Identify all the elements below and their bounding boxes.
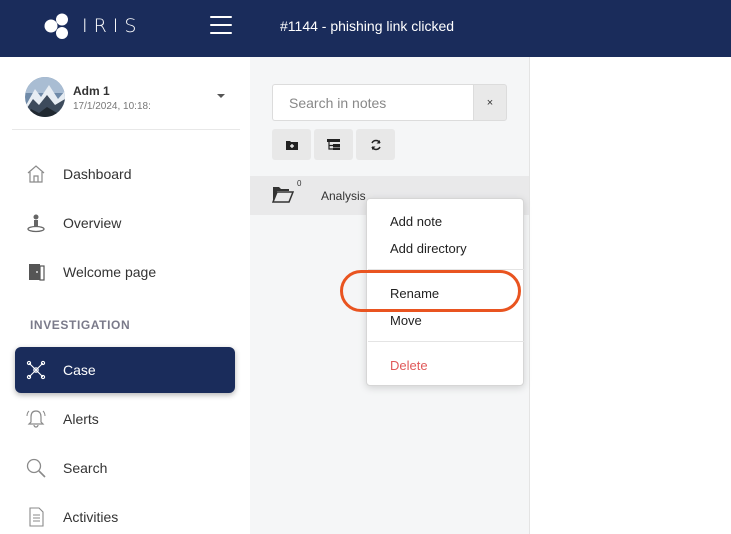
nav-label: Alerts bbox=[63, 411, 99, 427]
section-title-investigation: INVESTIGATION bbox=[30, 318, 131, 332]
nav-label: Overview bbox=[63, 215, 122, 231]
nav-label: Case bbox=[63, 362, 96, 378]
tree-icon bbox=[327, 139, 340, 150]
user-profile[interactable]: Adm 1 17/1/2024, 10:18: bbox=[25, 77, 240, 131]
menu-toggle-button[interactable] bbox=[210, 16, 232, 34]
menu-divider bbox=[368, 341, 524, 342]
user-login-date: 17/1/2024, 10:18: bbox=[73, 101, 151, 112]
divider bbox=[12, 129, 240, 130]
door-icon bbox=[25, 261, 47, 283]
note-count-badge: 0 bbox=[297, 179, 302, 188]
logo-hex-icon bbox=[44, 13, 68, 39]
case-title: #1144 - phishing link clicked bbox=[280, 18, 455, 34]
menu-item-add-directory[interactable]: Add directory bbox=[390, 241, 467, 256]
network-icon bbox=[25, 359, 47, 381]
folder-open-icon bbox=[272, 187, 294, 203]
person-icon bbox=[25, 212, 47, 234]
bell-icon bbox=[25, 408, 47, 430]
clear-search-button[interactable]: × bbox=[473, 84, 507, 121]
logo-text: IRIS bbox=[82, 15, 143, 37]
avatar bbox=[25, 77, 65, 117]
add-directory-button[interactable] bbox=[272, 129, 311, 160]
context-menu: Add note Add directory Rename Move Delet… bbox=[366, 198, 524, 386]
notes-search-input[interactable] bbox=[272, 84, 473, 121]
menu-divider bbox=[368, 269, 524, 270]
nav-label: Dashboard bbox=[63, 166, 132, 182]
refresh-icon bbox=[370, 139, 381, 150]
nav-item-welcome-page[interactable]: Welcome page bbox=[15, 249, 235, 295]
nav-item-overview[interactable]: Overview bbox=[15, 200, 235, 246]
menu-item-delete[interactable]: Delete bbox=[390, 358, 428, 373]
nav-label: Search bbox=[63, 460, 108, 476]
iris-logo[interactable]: IRIS bbox=[42, 12, 142, 40]
nav-item-activities[interactable]: Activities bbox=[15, 494, 235, 534]
menu-item-move[interactable]: Move bbox=[390, 313, 422, 328]
menu-item-add-note[interactable]: Add note bbox=[390, 214, 442, 229]
menu-item-rename[interactable]: Rename bbox=[390, 286, 439, 301]
refresh-button[interactable] bbox=[356, 129, 395, 160]
sidebar: Adm 1 17/1/2024, 10:18: Dashboard Overvi… bbox=[0, 57, 250, 534]
nav-item-dashboard[interactable]: Dashboard bbox=[15, 151, 235, 197]
tree-view-button[interactable] bbox=[314, 129, 353, 160]
notes-search: × bbox=[272, 84, 507, 121]
nav-label: Welcome page bbox=[63, 264, 157, 280]
list-icon bbox=[25, 506, 47, 528]
add-directory-icon bbox=[285, 140, 298, 150]
caret-down-icon[interactable] bbox=[217, 94, 225, 98]
nav-item-alerts[interactable]: Alerts bbox=[15, 396, 235, 442]
home-icon bbox=[25, 163, 47, 185]
directory-name: Analysis bbox=[321, 189, 366, 203]
top-bar: IRIS #1144 - phishing link clicked bbox=[0, 0, 731, 57]
nav-label: Activities bbox=[63, 509, 119, 525]
nav-item-search[interactable]: Search bbox=[15, 445, 235, 491]
search-icon bbox=[25, 457, 47, 479]
user-name: Adm 1 bbox=[73, 84, 110, 98]
nav-item-case[interactable]: Case bbox=[15, 347, 235, 393]
